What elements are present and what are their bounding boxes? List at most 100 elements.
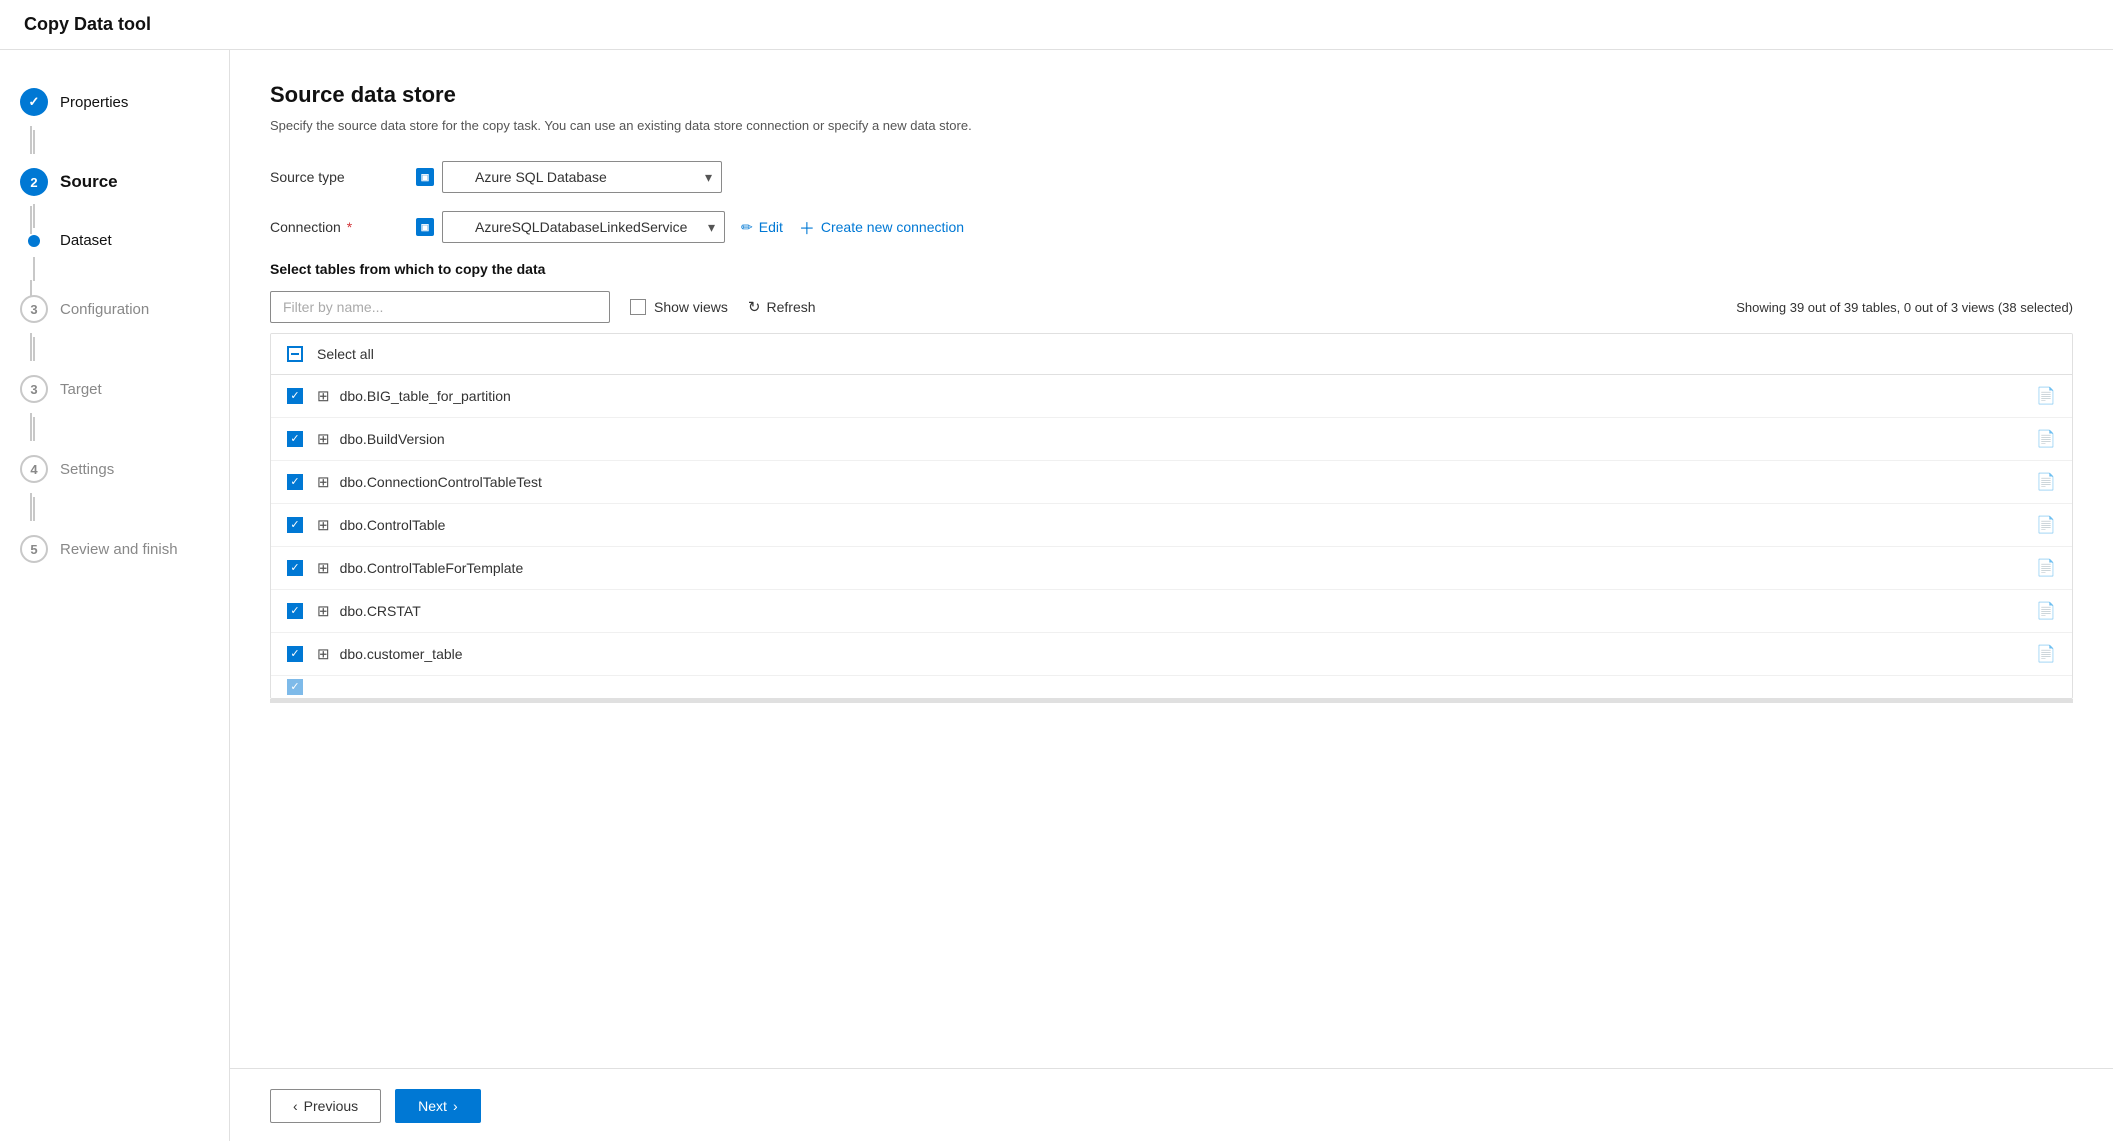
plus-icon: ＋: [799, 215, 815, 239]
check-icon-0: ✓: [290, 391, 299, 402]
step-connector-4: [33, 337, 35, 361]
chevron-right-icon: ›: [453, 1098, 458, 1114]
show-views-checkbox[interactable]: [630, 299, 646, 315]
source-type-label: Source type: [270, 169, 400, 185]
check-icon-2: ✓: [290, 477, 299, 488]
step-connector-6: [33, 497, 35, 521]
table-grid-icon-6: ⊞: [317, 645, 330, 663]
row-action-icon-1[interactable]: 📄: [2036, 429, 2056, 449]
show-views-checkbox-label[interactable]: Show views: [630, 299, 728, 315]
select-all-row[interactable]: Select all: [271, 334, 2072, 375]
app-title: Copy Data tool: [0, 0, 2113, 50]
status-text: Showing 39 out of 39 tables, 0 out of 3 …: [1736, 300, 2073, 315]
required-star: *: [343, 219, 352, 235]
refresh-icon: ↻: [748, 298, 761, 316]
step-circle-configuration: 3: [20, 295, 48, 323]
table-grid-icon-1: ⊞: [317, 430, 330, 448]
table-row: ✓ ⊞ dbo.CRSTAT 📄: [271, 590, 2072, 633]
row-action-icon-0[interactable]: 📄: [2036, 386, 2056, 406]
row-name-2: dbo.ConnectionControlTableTest: [340, 474, 2037, 490]
sidebar-item-review[interactable]: 5 Review and finish: [0, 521, 229, 577]
connection-label: Connection *: [270, 219, 400, 235]
previous-button[interactable]: ‹ Previous: [270, 1089, 381, 1123]
table-controls: Show views ↻ Refresh Showing 39 out of 3…: [270, 291, 2073, 323]
row-name-5: dbo.CRSTAT: [340, 603, 2037, 619]
table-grid-icon-0: ⊞: [317, 387, 330, 405]
select-tables-label: Select tables from which to copy the dat…: [270, 261, 2073, 277]
bottom-navigation-bar: ‹ Previous Next ›: [230, 1068, 2113, 1143]
row-action-icon-3[interactable]: 📄: [2036, 515, 2056, 535]
row-checkbox-6[interactable]: ✓: [287, 646, 303, 662]
check-icon-5: ✓: [290, 606, 299, 617]
step-label-review: Review and finish: [60, 541, 178, 558]
sidebar-item-dataset[interactable]: Dataset: [0, 228, 229, 257]
sidebar-item-source[interactable]: 2 Source: [0, 154, 229, 204]
row-action-icon-2[interactable]: 📄: [2036, 472, 2056, 492]
connection-select[interactable]: AzureSQLDatabaseLinkedService: [442, 211, 725, 243]
source-type-select[interactable]: Azure SQL Database: [442, 161, 722, 193]
check-icon-1: ✓: [290, 434, 299, 445]
step-circle-source: 2: [20, 168, 48, 196]
check-icon-6: ✓: [290, 649, 299, 660]
step-dot-dataset: [28, 235, 40, 247]
step-circle-review: 5: [20, 535, 48, 563]
row-action-icon-4[interactable]: 📄: [2036, 558, 2056, 578]
create-new-connection-button[interactable]: ＋ Create new connection: [799, 211, 964, 243]
tables-container: Select all ✓ ⊞ dbo.BIG_table_for_partiti…: [270, 333, 2073, 699]
page-description: Specify the source data store for the co…: [270, 118, 2073, 133]
source-type-select-wrapper: ▣ Azure SQL Database ▾: [416, 161, 722, 193]
refresh-button[interactable]: ↻ Refresh: [748, 298, 816, 316]
row-name-0: dbo.BIG_table_for_partition: [340, 388, 2037, 404]
step-label-properties: Properties: [60, 94, 128, 111]
step-circle-target: 3: [20, 375, 48, 403]
table-row: ✓ ⊞ dbo.ControlTable 📄: [271, 504, 2072, 547]
table-grid-icon-3: ⊞: [317, 516, 330, 534]
table-grid-icon-2: ⊞: [317, 473, 330, 491]
filter-input[interactable]: [270, 291, 610, 323]
sidebar-item-configuration[interactable]: 3 Configuration: [0, 281, 229, 337]
minus-icon: [291, 353, 299, 355]
step-label-dataset: Dataset: [60, 232, 112, 249]
step-label-source: Source: [60, 172, 118, 192]
table-row: ✓ ⊞ dbo.BuildVersion 📄: [271, 418, 2072, 461]
edit-pencil-icon: ✏: [741, 219, 753, 236]
sidebar: ✓ Properties 2 Source Dataset 3 Configur…: [0, 50, 230, 1141]
step-label-configuration: Configuration: [60, 301, 149, 318]
row-checkbox-3[interactable]: ✓: [287, 517, 303, 533]
connection-row: Connection * ▣ AzureSQLDatabaseLinkedSer…: [270, 211, 2073, 243]
table-row: ✓ ⊞ dbo.ControlTableForTemplate 📄: [271, 547, 2072, 590]
content-area: Source data store Specify the source dat…: [230, 50, 2113, 1141]
select-all-label: Select all: [317, 346, 374, 362]
row-checkbox-2[interactable]: ✓: [287, 474, 303, 490]
scroll-bar: [270, 699, 2073, 703]
row-action-icon-5[interactable]: 📄: [2036, 601, 2056, 621]
table-row: ✓ ⊞ dbo.ConnectionControlTableTest 📄: [271, 461, 2072, 504]
row-checkbox-1[interactable]: ✓: [287, 431, 303, 447]
edit-button[interactable]: ✏ Edit: [741, 215, 783, 240]
step-connector-5: [33, 417, 35, 441]
row-name-4: dbo.ControlTableForTemplate: [340, 560, 2037, 576]
row-checkbox-0[interactable]: ✓: [287, 388, 303, 404]
sidebar-item-target[interactable]: 3 Target: [0, 361, 229, 417]
step-label-settings: Settings: [60, 461, 114, 478]
connection-azure-icon: ▣: [416, 218, 434, 236]
step-circle-properties: ✓: [20, 88, 48, 116]
row-name-3: dbo.ControlTable: [340, 517, 2037, 533]
row-name-6: dbo.customer_table: [340, 646, 2037, 662]
table-row: ✓ ⊞ dbo.customer_table 📄: [271, 633, 2072, 676]
show-views-text: Show views: [654, 299, 728, 315]
azure-sql-icon: ▣: [416, 168, 434, 186]
sidebar-item-settings[interactable]: 4 Settings: [0, 441, 229, 497]
row-checkbox-5[interactable]: ✓: [287, 603, 303, 619]
next-button[interactable]: Next ›: [395, 1089, 480, 1123]
table-grid-icon-5: ⊞: [317, 602, 330, 620]
check-icon-4: ✓: [290, 563, 299, 574]
row-action-icon-6[interactable]: 📄: [2036, 644, 2056, 664]
select-all-checkbox[interactable]: [287, 346, 303, 362]
step-connector-2: [33, 204, 35, 228]
sidebar-item-properties[interactable]: ✓ Properties: [0, 74, 229, 130]
table-row: ✓ ⊞ dbo.BIG_table_for_partition 📄: [271, 375, 2072, 418]
step-connector-1: [33, 130, 35, 154]
connection-actions: ✏ Edit ＋ Create new connection: [741, 211, 964, 243]
row-checkbox-4[interactable]: ✓: [287, 560, 303, 576]
